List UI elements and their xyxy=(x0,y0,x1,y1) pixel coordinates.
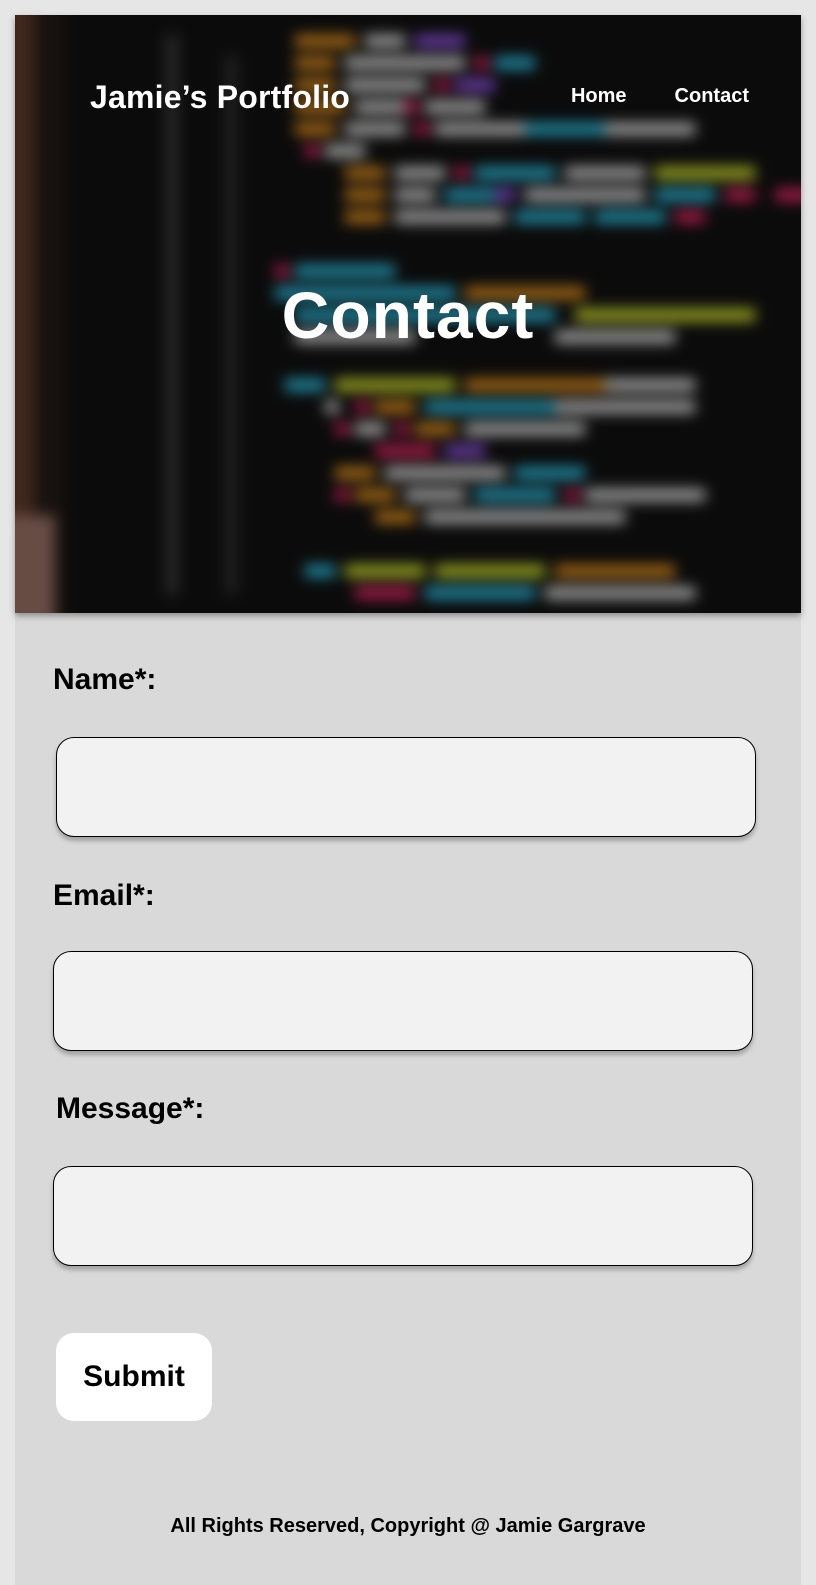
hero-banner: Jamie’s Portfolio Home Contact Contact xyxy=(15,15,801,613)
email-input[interactable] xyxy=(53,951,753,1051)
nav-link-home[interactable]: Home xyxy=(571,85,627,108)
email-label: Email*: xyxy=(53,879,155,912)
footer-copyright: All Rights Reserved, Copyright @ Jamie G… xyxy=(170,1515,646,1537)
message-label: Message*: xyxy=(56,1092,205,1125)
main-nav: Home Contact xyxy=(571,85,749,108)
page-heading: Contact xyxy=(281,278,535,352)
submit-button[interactable]: Submit xyxy=(56,1333,212,1421)
nav-link-contact[interactable]: Contact xyxy=(675,85,749,108)
name-input[interactable] xyxy=(56,737,756,837)
site-title[interactable]: Jamie’s Portfolio xyxy=(90,79,350,116)
page-container: Jamie’s Portfolio Home Contact Contact N… xyxy=(15,15,801,1585)
name-label: Name*: xyxy=(53,663,157,696)
message-input[interactable] xyxy=(53,1166,753,1266)
